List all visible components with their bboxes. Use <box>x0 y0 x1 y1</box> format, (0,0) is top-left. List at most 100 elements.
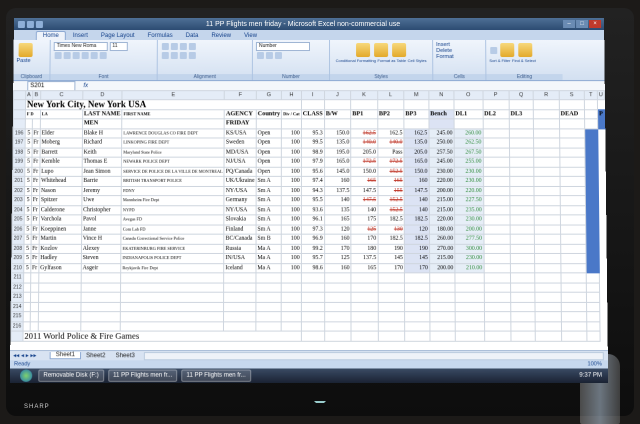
column-header[interactable]: J <box>324 90 351 100</box>
row-number[interactable]: 202 <box>12 185 25 196</box>
cell[interactable] <box>377 301 405 312</box>
cell-bp2[interactable]: 205.0 <box>350 147 378 158</box>
cell-day[interactable]: Fr <box>31 185 40 196</box>
percent-icon[interactable] <box>265 52 273 60</box>
cell[interactable] <box>585 243 600 254</box>
cell-last-name[interactable]: Gylfason <box>38 263 82 273</box>
cell[interactable] <box>255 311 282 322</box>
cell-country[interactable]: Iceland <box>223 263 256 273</box>
cell-last-name[interactable]: Whitehead <box>39 176 82 186</box>
cell[interactable] <box>534 176 560 186</box>
cell[interactable] <box>508 99 534 110</box>
cell[interactable] <box>509 147 535 158</box>
start-orb-icon[interactable] <box>19 369 33 382</box>
cell[interactable] <box>281 118 302 129</box>
cell-bp3[interactable]: 165 <box>377 176 405 186</box>
cell-dl2[interactable]: 230.00 <box>454 176 484 186</box>
cell-last-name[interactable]: Spitzer <box>39 195 82 206</box>
cell-division[interactable]: Open <box>256 157 282 167</box>
cell[interactable] <box>509 176 535 186</box>
tab-data[interactable]: Data <box>180 32 205 40</box>
cell[interactable] <box>223 311 256 322</box>
cell[interactable] <box>534 253 561 264</box>
cell[interactable] <box>429 301 456 312</box>
cell-bp2[interactable]: 175 <box>350 214 378 225</box>
cell-first-name[interactable]: Richard <box>82 137 122 148</box>
cell[interactable] <box>560 214 586 225</box>
cell-dl1[interactable]: 245.00 <box>428 128 455 138</box>
cell-division[interactable]: Open <box>256 128 282 138</box>
borders-icon[interactable] <box>81 52 89 60</box>
cell-bp2[interactable]: 172.5 <box>350 157 378 167</box>
cell-division[interactable]: Sm A <box>256 195 282 206</box>
cell-dl1[interactable]: 257.50 <box>428 147 455 158</box>
row-number[interactable] <box>10 331 23 341</box>
cell-division[interactable]: Sm A <box>256 176 282 186</box>
align-bottom-icon[interactable] <box>179 43 187 51</box>
cell[interactable] <box>559 166 586 177</box>
cell-bp1[interactable]: 165.0 <box>324 157 351 167</box>
cell[interactable] <box>597 118 605 129</box>
cell-last-name[interactable]: Nason <box>39 185 82 196</box>
cell[interactable] <box>255 292 282 302</box>
cell[interactable] <box>455 301 484 312</box>
cell-agency[interactable]: Com Lab FD <box>121 224 225 235</box>
column-header[interactable]: G <box>256 90 282 100</box>
cell[interactable] <box>301 331 325 341</box>
cell-bp1[interactable]: 135 <box>324 205 351 215</box>
cell-agency[interactable]: BRITISH TRANSPORT POLICE <box>121 176 225 186</box>
cell[interactable] <box>535 311 562 322</box>
cell-dl1[interactable]: 180.00 <box>429 224 455 235</box>
sheet-tab-sheet1[interactable]: Sheet1 <box>49 352 82 360</box>
cell[interactable] <box>403 99 429 110</box>
cell[interactable] <box>533 137 560 148</box>
cell[interactable] <box>377 118 404 129</box>
cell[interactable] <box>509 195 535 206</box>
cell[interactable] <box>80 301 121 312</box>
cell-dl2[interactable]: 227.50 <box>454 195 484 206</box>
header-blank[interactable] <box>533 109 560 119</box>
cell[interactable] <box>584 128 598 138</box>
cell-day[interactable]: Fr <box>31 157 40 167</box>
cell-bodyweight[interactable]: 97.9 <box>301 157 325 167</box>
cell[interactable] <box>38 282 81 293</box>
cell[interactable] <box>586 321 601 332</box>
cell-dl1[interactable]: 200.00 <box>429 185 455 196</box>
cell-division[interactable]: Ma A <box>255 253 282 264</box>
cell-dl1[interactable]: 220.00 <box>429 214 455 225</box>
cell-bp2[interactable]: 125 <box>350 224 378 235</box>
cell-bodyweight[interactable]: 95.7 <box>301 253 325 264</box>
row-number[interactable]: 207 <box>11 234 25 244</box>
cell-bp2[interactable]: 137.5 <box>351 253 378 264</box>
cell[interactable] <box>351 311 378 322</box>
cell[interactable] <box>483 224 510 235</box>
cell[interactable] <box>559 157 586 167</box>
office-button-icon[interactable] <box>17 20 25 28</box>
cell[interactable] <box>30 292 39 302</box>
sheet-title[interactable]: New York City, New York USA <box>25 99 302 110</box>
cell-bp2[interactable]: 165 <box>351 263 378 273</box>
column-header[interactable]: C <box>40 90 83 100</box>
cell[interactable] <box>533 118 560 129</box>
cell-bp3[interactable]: 162.5 <box>377 128 404 138</box>
align-center-icon[interactable] <box>170 52 178 60</box>
cell-bp1[interactable]: 150.0 <box>324 128 351 138</box>
cell[interactable] <box>585 205 599 215</box>
row-number[interactable]: 197 <box>13 137 26 148</box>
row-number[interactable]: 198 <box>12 147 25 158</box>
cell-bench[interactable]: 150.0 <box>404 166 429 177</box>
row-number[interactable]: 200 <box>12 166 25 177</box>
header-dl3[interactable]: DL3 <box>508 109 534 119</box>
cell[interactable] <box>324 331 352 341</box>
column-header[interactable]: I <box>301 90 325 100</box>
cell-agency[interactable]: NEWARK POLICE DEPT <box>121 157 225 167</box>
cell[interactable] <box>482 128 510 138</box>
cell[interactable] <box>453 99 483 110</box>
column-header[interactable]: B <box>32 90 41 100</box>
cell-class[interactable]: 100 <box>281 205 302 215</box>
cell[interactable] <box>509 234 535 244</box>
cell[interactable] <box>256 118 282 129</box>
cell[interactable] <box>482 157 510 167</box>
cell[interactable] <box>483 272 511 283</box>
cell-country[interactable]: KS/USA <box>224 128 257 138</box>
